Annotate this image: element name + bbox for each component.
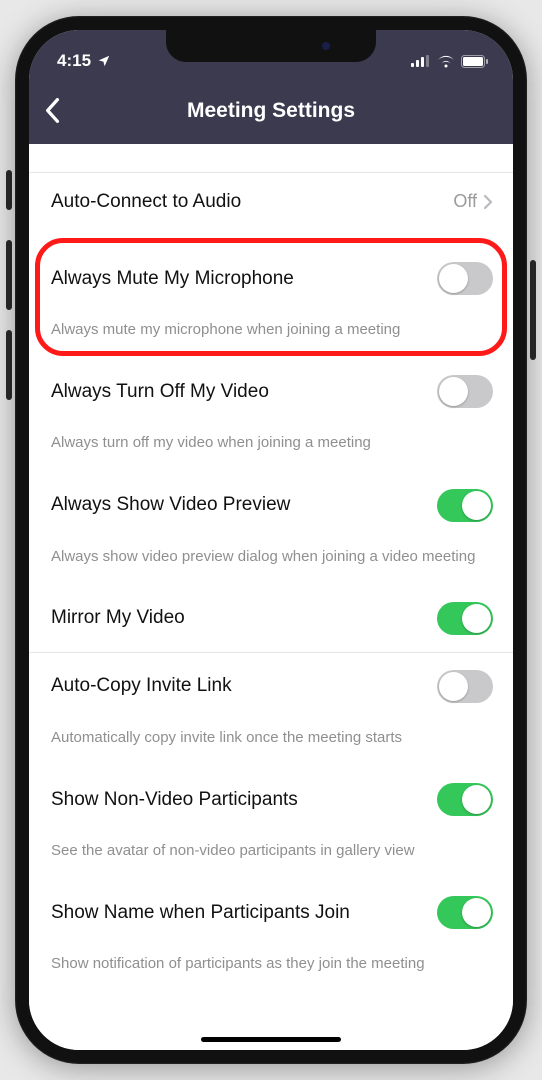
page-title: Meeting Settings [187,99,355,123]
row-auto-connect-audio[interactable]: Auto-Connect to Audio Off [29,172,513,230]
screen: 4:15 [29,30,513,1050]
toggle-off-video[interactable] [437,375,493,408]
status-time: 4:15 [57,51,91,71]
volume-down-button [6,330,12,400]
mute-switch [6,170,12,210]
toggle-show-name[interactable] [437,896,493,929]
row-show-name: Show Name when Participants Join [29,879,513,946]
row-auto-copy: Auto-Copy Invite Link [29,652,513,720]
notch [166,30,376,62]
toggle-mute-mic[interactable] [437,262,493,295]
phone-frame: 4:15 [15,16,527,1064]
toggle-mirror-video[interactable] [437,602,493,635]
row-label: Show Name when Participants Join [51,902,350,924]
row-value: Off [453,191,493,212]
side-button [530,260,536,360]
volume-up-button [6,240,12,310]
row-label: Show Non-Video Participants [51,789,298,811]
chevron-right-icon [483,194,493,210]
row-label: Mirror My Video [51,607,185,629]
row-non-video: Show Non-Video Participants [29,766,513,833]
home-indicator[interactable] [201,1037,341,1042]
row-label: Always Mute My Microphone [51,268,294,290]
toggle-show-preview[interactable] [437,489,493,522]
nav-header: Meeting Settings [29,78,513,144]
settings-list[interactable]: Auto-Connect to Audio Off Always Mute My… [29,144,513,1050]
row-label: Auto-Copy Invite Link [51,675,232,697]
row-desc: Always turn off my video when joining a … [29,425,513,471]
row-desc: Always mute my microphone when joining a… [29,312,513,358]
row-label: Always Turn Off My Video [51,381,269,403]
row-label: Always Show Video Preview [51,494,290,516]
row-desc: Always show video preview dialog when jo… [29,539,513,585]
toggle-auto-copy[interactable] [437,670,493,703]
signal-icon [411,55,431,67]
row-show-preview: Always Show Video Preview [29,472,513,539]
location-arrow-icon [97,54,111,68]
battery-icon [461,55,489,68]
row-desc: See the avatar of non-video participants… [29,833,513,879]
row-label: Auto-Connect to Audio [51,191,241,213]
toggle-non-video[interactable] [437,783,493,816]
wifi-icon [437,55,455,68]
row-desc: Automatically copy invite link once the … [29,720,513,766]
row-mirror-video: Mirror My Video [29,585,513,652]
row-desc: Show notification of participants as the… [29,946,513,1000]
row-always-off-video: Always Turn Off My Video [29,358,513,425]
row-always-mute-mic: Always Mute My Microphone [29,240,513,312]
back-button[interactable] [43,97,61,123]
